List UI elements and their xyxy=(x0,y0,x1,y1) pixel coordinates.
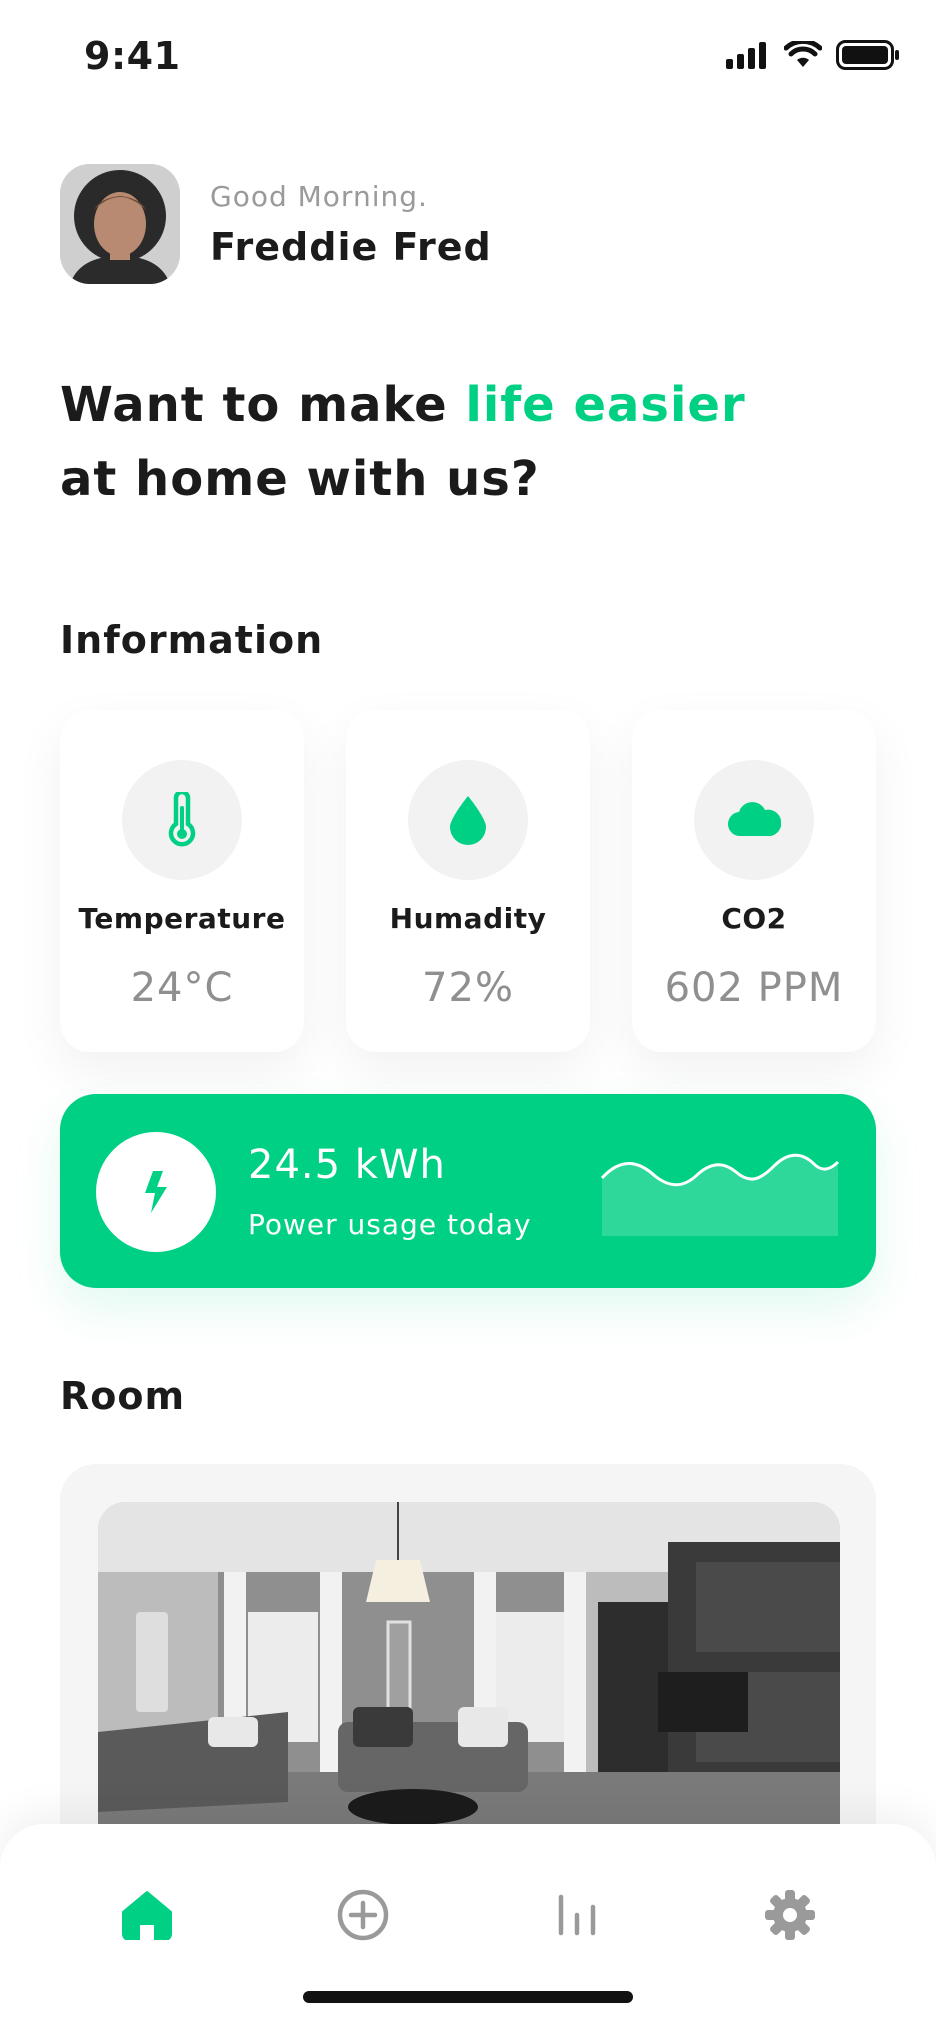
home-icon xyxy=(122,1891,172,1940)
humidity-card[interactable]: Humadity 72% xyxy=(346,710,590,1052)
power-value: 24.5 kWh xyxy=(248,1142,446,1188)
co2-card[interactable]: CO2 602 PPM xyxy=(632,710,876,1052)
temperature-label: Temperature xyxy=(78,902,286,935)
nav-settings[interactable] xyxy=(755,1880,825,1950)
humidity-label: Humadity xyxy=(389,902,547,935)
headline-accent: life easier xyxy=(465,377,746,433)
avatar[interactable] xyxy=(60,164,180,284)
wifi-icon xyxy=(784,41,822,67)
humidity-value: 72% xyxy=(422,965,514,1011)
room-image xyxy=(98,1502,840,1864)
headline: Want to make life easier at home with us… xyxy=(60,368,746,516)
humidity-icon-circle xyxy=(408,760,528,880)
temperature-value: 24°C xyxy=(130,965,234,1011)
nav-add[interactable] xyxy=(328,1880,398,1950)
headline-part1: Want to make xyxy=(60,377,466,433)
power-label: Power usage today xyxy=(248,1208,532,1241)
lightning-icon xyxy=(145,1171,167,1213)
information-cards: Temperature 24°C Humadity 72% CO2 602 PP… xyxy=(60,710,876,1052)
greeting-block: Good Morning. Freddie Fred xyxy=(210,180,492,269)
signal-icon xyxy=(726,42,766,69)
room-card[interactable] xyxy=(60,1464,876,1864)
power-usage-card[interactable]: 24.5 kWh Power usage today xyxy=(60,1094,876,1288)
information-title: Information xyxy=(60,618,324,662)
cloud-icon xyxy=(728,802,781,837)
bar-chart-icon xyxy=(558,1894,596,1936)
nav-home[interactable] xyxy=(112,1880,182,1950)
headline-part2: at home with us? xyxy=(60,451,540,507)
water-drop-icon xyxy=(450,796,486,845)
battery-icon xyxy=(836,40,899,70)
temperature-icon-circle xyxy=(122,760,242,880)
gear-icon xyxy=(765,1890,815,1940)
user-name: Freddie Fred xyxy=(210,224,492,269)
status-time: 9:41 xyxy=(84,34,181,78)
home-indicator xyxy=(303,1991,633,2003)
status-icons xyxy=(726,40,900,70)
greeting-text: Good Morning. xyxy=(210,179,428,213)
bottom-nav xyxy=(0,1824,936,2027)
status-bar: 9:41 xyxy=(0,0,936,116)
co2-label: CO2 xyxy=(721,902,787,935)
nav-stats[interactable] xyxy=(542,1880,612,1950)
co2-icon-circle xyxy=(694,760,814,880)
co2-value: 602 PPM xyxy=(664,965,844,1011)
thermometer-icon xyxy=(168,792,196,847)
profile-header: Good Morning. Freddie Fred xyxy=(60,164,492,284)
room-title: Room xyxy=(60,1374,186,1418)
power-icon-circle xyxy=(96,1132,216,1252)
power-wave-chart xyxy=(600,1153,840,1236)
add-circle-icon xyxy=(337,1889,389,1941)
temperature-card[interactable]: Temperature 24°C xyxy=(60,710,304,1052)
